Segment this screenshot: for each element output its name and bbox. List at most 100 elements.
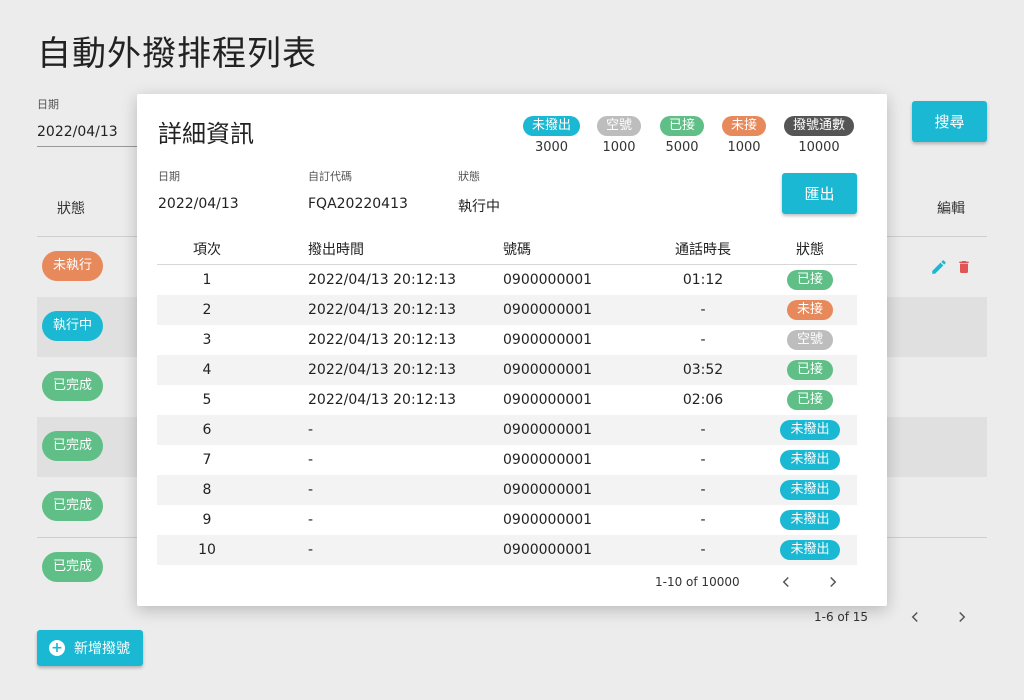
table-row: 2 2022/04/13 20:12:13 0900000001 - 未接 [157, 295, 857, 325]
column-header-phone: 號碼 [503, 242, 531, 258]
table-row: 9 - 0900000001 - 未撥出 [157, 505, 857, 535]
row-phone: 0900000001 [503, 362, 593, 378]
edit-icon[interactable] [930, 258, 948, 276]
column-header-edit: 編輯 [937, 201, 965, 217]
row-phone: 0900000001 [503, 272, 593, 288]
info-code: 自訂代碼 FQA20220413 [308, 168, 408, 212]
info-code-value: FQA20220413 [308, 196, 408, 212]
row-duration: 03:52 [682, 362, 724, 378]
delete-icon[interactable] [956, 258, 972, 276]
summary-item: 已接 5000 [660, 114, 705, 155]
row-no: 9 [202, 512, 212, 528]
summary-item: 未撥出 3000 [523, 114, 581, 155]
row-duration: - [700, 422, 706, 438]
row-time: 2022/04/13 20:12:13 [308, 392, 457, 408]
row-no: 1 [202, 272, 212, 288]
row-duration: 02:06 [682, 392, 724, 408]
info-status-value: 執行中 [458, 199, 500, 215]
row-no: 2 [202, 302, 212, 318]
status-badge: 已完成 [42, 491, 104, 521]
summary-count: 3000 [534, 140, 569, 155]
add-dial-button[interactable]: + 新增撥號 [37, 630, 143, 666]
row-status: 未撥出 [763, 535, 857, 565]
status-badge: 已接 [786, 360, 833, 380]
row-time: 2022/04/13 20:12:13 [308, 302, 457, 318]
status-badge: 空號 [786, 330, 833, 350]
row-duration: 01:12 [682, 272, 724, 288]
status-badge: 未執行 [42, 251, 104, 281]
row-duration: - [700, 302, 706, 318]
dialog-pagination-range: 1-10 of 10000 [655, 575, 740, 589]
row-duration: - [700, 452, 706, 468]
summary-item: 空號 1000 [597, 114, 642, 155]
row-no: 3 [202, 332, 212, 348]
status-badge: 已完成 [42, 371, 104, 401]
summary-item: 撥號通數 10000 [784, 114, 855, 155]
info-code-label: 自訂代碼 [308, 170, 352, 183]
table-row: 5 2022/04/13 20:12:13 0900000001 02:06 已接 [157, 385, 857, 415]
row-time: - [308, 422, 314, 438]
chevron-right-icon[interactable] [824, 573, 842, 591]
row-time: - [308, 512, 314, 528]
chevron-left-icon[interactable] [906, 608, 924, 626]
detail-table: 項次 撥出時間 號碼 通話時長 狀態 1 2022/04/13 20:12:13 0… [157, 234, 857, 565]
row-status: 已接 [763, 385, 857, 415]
info-date-value: 2022/04/13 [158, 196, 239, 212]
status-badge: 未撥出 [780, 540, 840, 560]
export-button[interactable]: 匯出 [782, 173, 857, 214]
status-badge: 執行中 [42, 311, 104, 341]
plus-icon: + [49, 640, 65, 656]
row-no: 8 [202, 482, 212, 498]
info-date: 日期 2022/04/13 [158, 168, 239, 212]
summary-count: 10000 [798, 140, 840, 155]
date-filter[interactable]: 日期 2022/04/13 [37, 96, 167, 147]
row-no: 7 [202, 452, 212, 468]
search-button[interactable]: 搜尋 [912, 101, 987, 142]
table-row: 8 - 0900000001 - 未撥出 [157, 475, 857, 505]
row-status: 未撥出 [763, 475, 857, 505]
status-badge: 已完成 [42, 552, 104, 582]
summary-count: 5000 [665, 140, 699, 155]
info-status: 狀態 執行中 [458, 168, 500, 216]
status-badge: 未撥出 [780, 510, 840, 530]
chevron-right-icon[interactable] [953, 608, 971, 626]
row-phone: 0900000001 [503, 542, 593, 558]
summary-count: 1000 [727, 140, 761, 155]
row-status: 未撥出 [763, 445, 857, 475]
column-header-status: 狀態 [57, 201, 85, 217]
row-time: - [308, 482, 314, 498]
summary-badge: 未接 [722, 116, 767, 136]
summary-badge: 未撥出 [523, 116, 581, 136]
info-status-label: 狀態 [458, 170, 480, 183]
row-phone: 0900000001 [503, 482, 593, 498]
detail-dialog: 詳細資訊 未撥出 3000 空號 1000 已接 5000 未接 1000 撥號通數 10000 … [137, 94, 887, 606]
table-row: 7 - 0900000001 - 未撥出 [157, 445, 857, 475]
summary-badge: 撥號通數 [784, 116, 855, 136]
pagination-range: 1-6 of 15 [814, 610, 869, 624]
page-title: 自動外撥排程列表 [37, 34, 317, 74]
row-no: 4 [202, 362, 212, 378]
row-no: 10 [198, 542, 216, 558]
status-badge: 未接 [786, 300, 833, 320]
row-status: 空號 [763, 325, 857, 355]
status-badge: 已接 [786, 390, 833, 410]
row-status: 未撥出 [763, 415, 857, 445]
row-phone: 0900000001 [503, 452, 593, 468]
column-header-no: 項次 [193, 242, 221, 258]
summary-count: 1000 [602, 140, 636, 155]
status-badge: 已完成 [42, 431, 104, 461]
row-status: 已接 [763, 265, 857, 295]
date-filter-label: 日期 [37, 98, 59, 111]
info-date-label: 日期 [158, 170, 180, 183]
column-header-duration: 通話時長 [675, 242, 731, 258]
row-phone: 0900000001 [503, 422, 593, 438]
row-no: 6 [202, 422, 212, 438]
row-time: - [308, 452, 314, 468]
row-time: 2022/04/13 20:12:13 [308, 332, 457, 348]
row-phone: 0900000001 [503, 302, 593, 318]
row-time: 2022/04/13 20:12:13 [308, 362, 457, 378]
summary-item: 未接 1000 [722, 114, 767, 155]
row-time: 2022/04/13 20:12:13 [308, 272, 457, 288]
status-badge: 未撥出 [780, 450, 840, 470]
chevron-left-icon[interactable] [777, 573, 795, 591]
